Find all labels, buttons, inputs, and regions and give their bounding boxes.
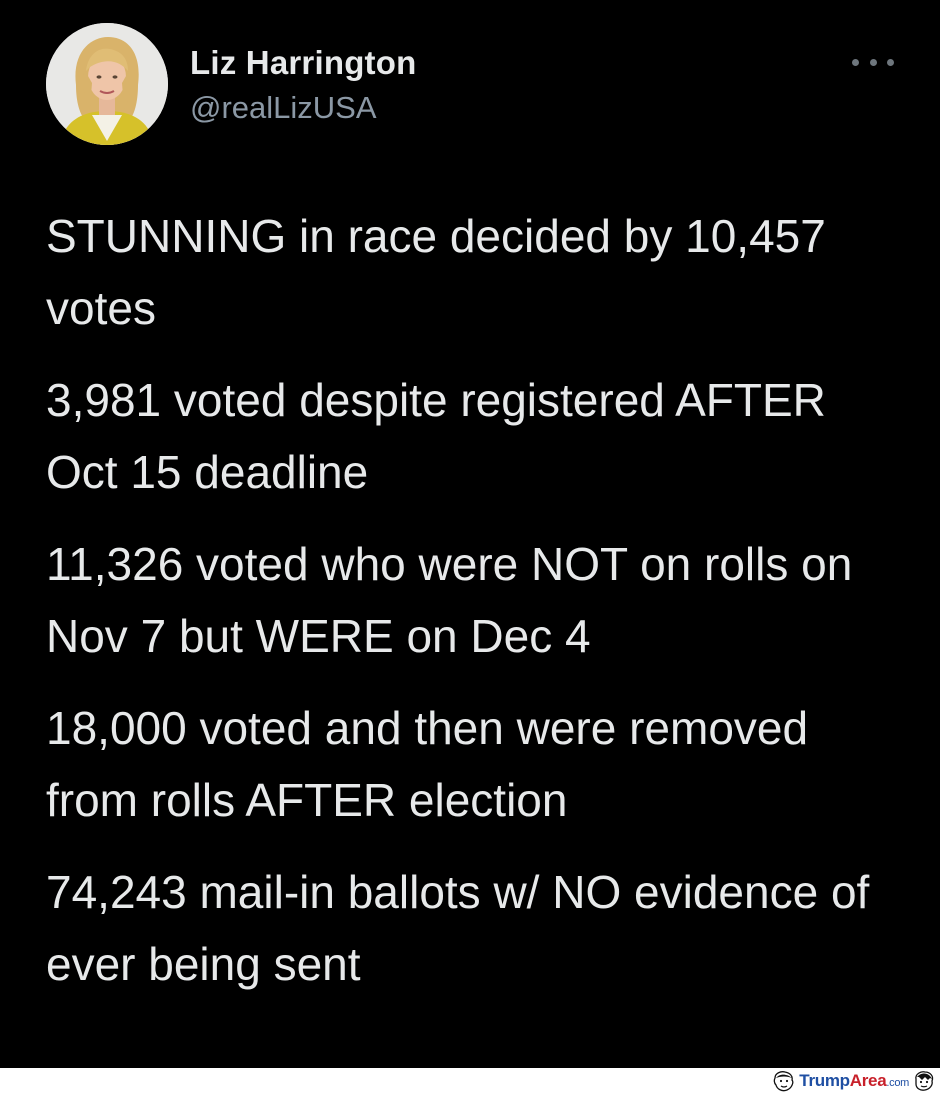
author-display-name[interactable]: Liz Harrington [190, 44, 416, 82]
profile-photo-icon [46, 23, 168, 145]
more-horizontal-icon [852, 58, 859, 66]
site-watermark: TrumpArea.com [772, 1069, 936, 1092]
author-handle[interactable]: @realLizUSA [190, 90, 377, 126]
watermark-part-area: Area [849, 1070, 887, 1090]
watermark-part-com: .com [886, 1076, 909, 1089]
tweet-body: STUNNING in race decided by 10,457 votes… [46, 200, 906, 1020]
watermark-text: TrumpArea.com [799, 1071, 909, 1091]
more-options-button[interactable] [852, 50, 894, 74]
author-avatar[interactable] [46, 23, 168, 145]
watermark-part-trump: Trump [799, 1070, 850, 1090]
tweet-paragraph: 3,981 voted despite registered AFTER Oct… [46, 374, 826, 498]
tweet-paragraph: 18,000 voted and then were removed from … [46, 702, 809, 826]
more-horizontal-icon [869, 58, 877, 66]
tweet-paragraph: 11,326 voted who were NOT on rolls on No… [46, 538, 853, 662]
watermark-bar: TrumpArea.com [0, 1068, 940, 1093]
cartoon-face-icon [915, 1070, 934, 1091]
tweet-card: Liz Harrington @realLizUSA STUNNING in r… [0, 0, 940, 1068]
more-horizontal-icon [887, 58, 894, 66]
tweet-paragraph: STUNNING in race decided by 10,457 votes [46, 210, 826, 334]
tweet-paragraph: 74,243 mail-in ballots w/ NO evidence of… [46, 866, 870, 990]
cartoon-face-icon [773, 1070, 794, 1091]
